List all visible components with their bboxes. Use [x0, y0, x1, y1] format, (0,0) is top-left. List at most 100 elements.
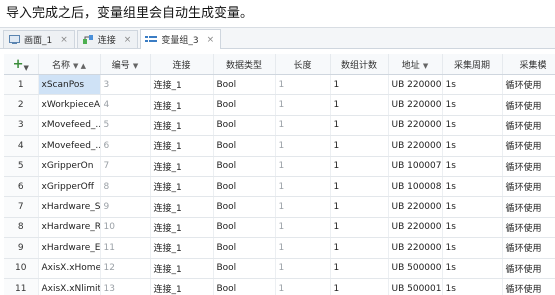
table-row[interactable]: 7xHardware_S...9连接_1Bool11UB 22000071s循环…: [4, 196, 555, 218]
length-cell[interactable]: 1: [275, 156, 331, 177]
close-icon[interactable]: ×: [124, 35, 132, 45]
length-cell[interactable]: 1: [275, 258, 331, 279]
id-cell[interactable]: 12: [100, 258, 151, 279]
name-cell[interactable]: xMovefeed_...: [38, 115, 101, 137]
id-cell[interactable]: 9: [100, 196, 151, 218]
array-count-cell[interactable]: 1: [330, 135, 389, 157]
acquisition-cycle-cell[interactable]: 1s: [442, 156, 503, 177]
address-cell[interactable]: UB 2200003: [388, 135, 443, 157]
length-cell[interactable]: 1: [275, 176, 331, 198]
length-cell[interactable]: 1: [275, 217, 331, 239]
connection-cell[interactable]: 连接_1: [150, 135, 214, 157]
connection-cell[interactable]: 连接_1: [150, 94, 214, 116]
acquisition-cycle-cell[interactable]: 1s: [442, 176, 503, 198]
address-cell[interactable]: UB 2200008: [388, 217, 443, 239]
data-type-cell[interactable]: Bool: [213, 135, 276, 157]
id-cell[interactable]: 5: [100, 115, 151, 137]
row-number-cell[interactable]: 11: [4, 278, 39, 295]
column-header-acquisition-cycle[interactable]: 采集周期: [442, 54, 503, 75]
table-row[interactable]: 5 xGripperOn 7 连接_1 Bool 1 1 UB 100007 1s 循环使用: [4, 156, 555, 177]
table-row[interactable]: 6 xGripperOff 8 连接_1 Bool 1 1 UB 100008 1s 循环使用: [4, 176, 555, 198]
acquisition-cycle-cell[interactable]: 1s: [442, 237, 503, 259]
table-row[interactable]: 11 AxisX.xNlimit 13 连接_1 Bool 1 1 UB 500001 1s 循环…: [4, 278, 555, 295]
name-cell[interactable]: AxisX.xHome...: [38, 258, 101, 279]
table-row[interactable]: 3 xMovefeed_... 5 连接_1 Bool 1 1 UB 2200002 1s 循环使…: [4, 115, 555, 137]
id-cell[interactable]: 4: [100, 94, 151, 116]
acquisition-mode-cell[interactable]: 循环使用: [502, 176, 555, 198]
acquisition-cycle-cell[interactable]: 1s: [442, 135, 503, 157]
connection-cell[interactable]: 连接_1: [150, 217, 214, 239]
add-row-button[interactable]: +▼: [4, 54, 39, 75]
id-cell[interactable]: 10: [100, 217, 151, 239]
acquisition-cycle-cell[interactable]: 1s: [442, 217, 503, 239]
table-row[interactable]: 10AxisX.xHome...12连接_1Bool11UB 5000001s循…: [4, 258, 555, 279]
sort-icon[interactable]: ▼ ▲: [73, 62, 86, 70]
acquisition-cycle-cell[interactable]: 1s: [442, 258, 503, 279]
name-cell[interactable]: AxisX.xNlimit: [38, 278, 101, 295]
filter-icon[interactable]: ▼: [133, 62, 138, 70]
data-type-cell[interactable]: Bool: [213, 115, 276, 137]
connection-cell[interactable]: 连接_1: [150, 196, 214, 218]
address-cell[interactable]: UB 100007: [388, 156, 443, 177]
column-header-connection[interactable]: 连接: [150, 54, 214, 75]
column-header-name[interactable]: 名称 ▼ ▲: [38, 54, 101, 75]
connection-cell[interactable]: 连接_1: [150, 156, 214, 177]
column-header-length[interactable]: 长度: [275, 54, 331, 75]
acquisition-mode-cell[interactable]: 循环使用: [502, 237, 555, 259]
close-icon[interactable]: ×: [60, 35, 68, 45]
row-number-cell[interactable]: 10: [4, 258, 39, 279]
row-number-cell[interactable]: 8: [4, 217, 39, 239]
acquisition-mode-cell[interactable]: 循环使用: [502, 156, 555, 177]
address-cell[interactable]: UB 500001: [388, 278, 443, 295]
data-type-cell[interactable]: Bool: [213, 176, 276, 198]
acquisition-cycle-cell[interactable]: 1s: [442, 74, 503, 96]
close-icon[interactable]: ×: [207, 35, 215, 45]
row-number-cell[interactable]: 1: [4, 74, 39, 96]
array-count-cell[interactable]: 1: [330, 196, 389, 218]
table-row[interactable]: 4 xMovefeed_... 6 连接_1 Bool 1 1 UB 2200003 1s 循环使…: [4, 135, 555, 157]
name-cell[interactable]: xHardware_S...: [38, 196, 101, 218]
acquisition-cycle-cell[interactable]: 1s: [442, 196, 503, 218]
data-type-cell[interactable]: Bool: [213, 217, 276, 239]
array-count-cell[interactable]: 1: [330, 74, 389, 96]
array-count-cell[interactable]: 1: [330, 94, 389, 116]
address-cell[interactable]: UB 500000: [388, 258, 443, 279]
name-cell[interactable]: xWorkpieceA...: [38, 94, 101, 116]
array-count-cell[interactable]: 1: [330, 237, 389, 259]
connection-cell[interactable]: 连接_1: [150, 278, 214, 295]
data-type-cell[interactable]: Bool: [213, 258, 276, 279]
row-number-cell[interactable]: 2: [4, 94, 39, 116]
length-cell[interactable]: 1: [275, 94, 331, 116]
tab-screen-1[interactable]: 画面_1 ×: [3, 30, 75, 48]
id-cell[interactable]: 8: [100, 176, 151, 198]
column-header-array-count[interactable]: 数组计数: [330, 54, 389, 75]
table-row[interactable]: 8xHardware_R...10连接_1Bool11UB 22000081s循…: [4, 217, 555, 239]
connection-cell[interactable]: 连接_1: [150, 258, 214, 279]
name-cell[interactable]: xGripperOn: [38, 156, 101, 177]
name-cell[interactable]: xHardware_R...: [38, 217, 101, 239]
acquisition-mode-cell[interactable]: 循环使用: [502, 258, 555, 279]
row-number-cell[interactable]: 9: [4, 237, 39, 259]
length-cell[interactable]: 1: [275, 74, 331, 96]
id-cell[interactable]: 7: [100, 156, 151, 177]
acquisition-cycle-cell[interactable]: 1s: [442, 94, 503, 116]
name-cell[interactable]: xGripperOff: [38, 176, 101, 198]
length-cell[interactable]: 1: [275, 196, 331, 218]
row-number-cell[interactable]: 4: [4, 135, 39, 157]
length-cell[interactable]: 1: [275, 278, 331, 295]
data-type-cell[interactable]: Bool: [213, 196, 276, 218]
length-cell[interactable]: 1: [275, 237, 331, 259]
tab-connection[interactable]: 连接 ×: [76, 30, 139, 48]
acquisition-mode-cell[interactable]: 循环使用: [502, 115, 555, 137]
id-cell[interactable]: 11: [100, 237, 151, 259]
acquisition-mode-cell[interactable]: 循环使用: [502, 217, 555, 239]
connection-cell[interactable]: 连接_1: [150, 237, 214, 259]
filter-icon[interactable]: ▼: [423, 62, 428, 70]
array-count-cell[interactable]: 1: [330, 156, 389, 177]
column-header-acquisition-mode[interactable]: 采集模: [502, 54, 555, 75]
name-cell[interactable]: xHardware_E...: [38, 237, 101, 259]
address-cell[interactable]: UB 2200001: [388, 94, 443, 116]
data-type-cell[interactable]: Bool: [213, 94, 276, 116]
acquisition-mode-cell[interactable]: 循环使用: [502, 94, 555, 116]
row-number-cell[interactable]: 5: [4, 156, 39, 177]
